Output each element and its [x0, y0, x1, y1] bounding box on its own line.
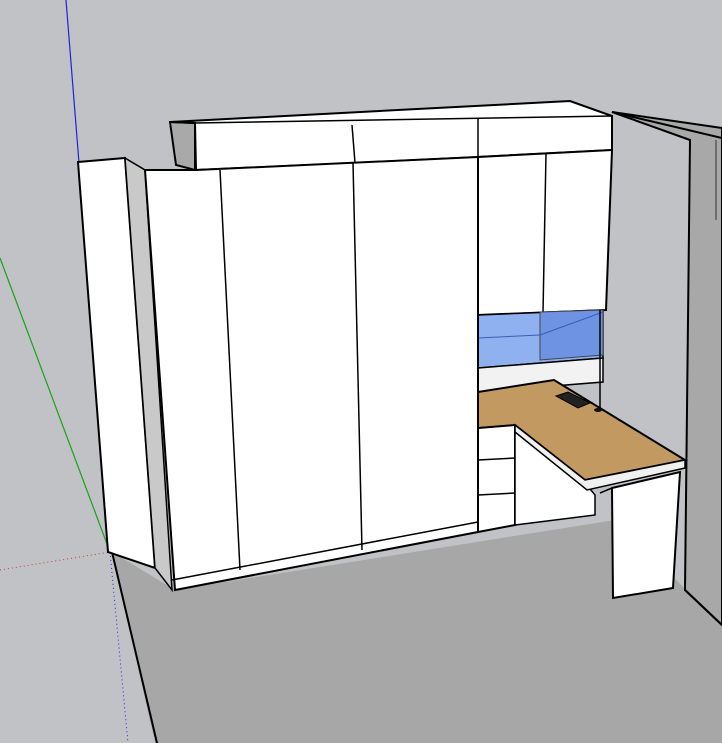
glass-shelf-back	[539, 309, 604, 361]
scene-canvas[interactable]	[0, 0, 722, 743]
desk-cable-port	[594, 408, 602, 412]
crown-side	[168, 120, 196, 172]
model-viewport[interactable]	[0, 0, 722, 743]
desk-leg-panel[interactable]	[610, 470, 682, 600]
drawer-stack[interactable]	[477, 420, 516, 534]
wardrobe-tall-doors[interactable]	[143, 155, 479, 592]
red-axis-dotted	[0, 551, 111, 571]
desk-leg-inner	[599, 487, 613, 494]
